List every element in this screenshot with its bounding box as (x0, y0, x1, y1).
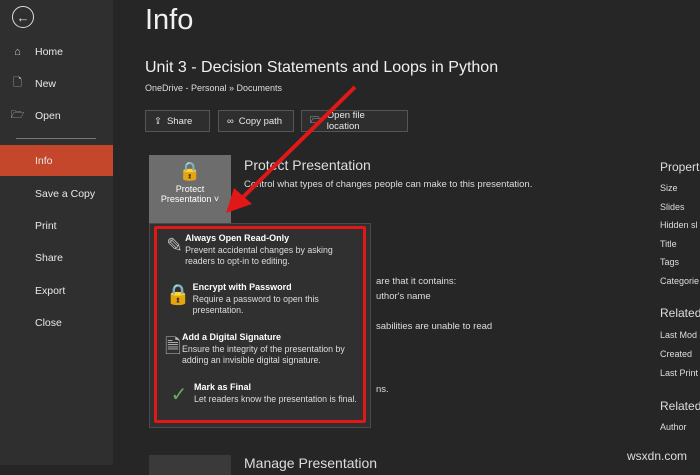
annotation-arrow (226, 85, 357, 213)
